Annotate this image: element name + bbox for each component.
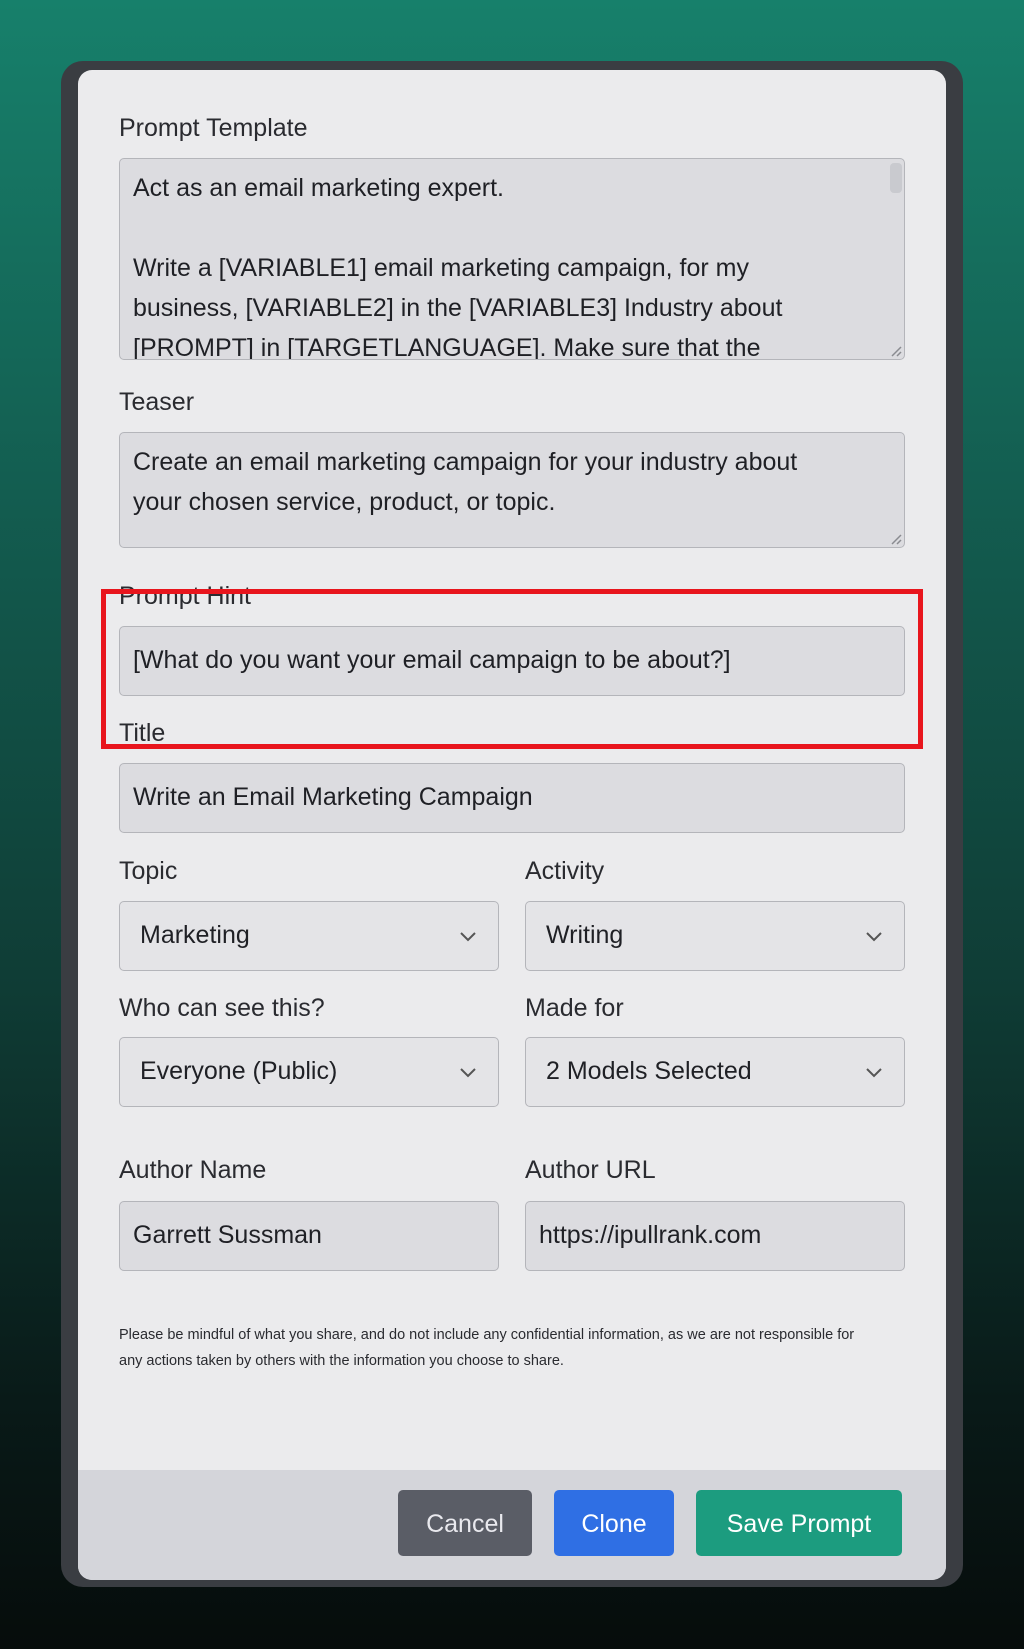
- teaser-line: your chosen service, product, or topic.: [133, 488, 556, 516]
- topic-select[interactable]: Marketing: [119, 901, 499, 971]
- edit-prompt-modal: Prompt Template Act as an email marketin…: [78, 70, 946, 1580]
- modal-footer: Cancel Clone Save Prompt: [78, 1470, 946, 1580]
- topic-label: Topic: [119, 857, 178, 885]
- cancel-button[interactable]: Cancel: [398, 1490, 532, 1556]
- author-name-label: Author Name: [119, 1156, 267, 1184]
- visibility-selected-value: Everyone (Public): [140, 1057, 338, 1085]
- prompt-template-line: Act as an email marketing expert.: [133, 174, 504, 202]
- author-url-label: Author URL: [525, 1156, 656, 1184]
- teaser-line: Create an email marketing campaign for y…: [133, 448, 798, 476]
- prompt-hint-highlight-box: [101, 589, 923, 749]
- textarea-scrollbar[interactable]: [890, 163, 902, 193]
- activity-label: Activity: [525, 857, 605, 885]
- made-for-label: Made for: [525, 994, 624, 1022]
- disclaimer-text: Please be mindful of what you share, and…: [119, 1327, 855, 1369]
- activity-selected-value: Writing: [546, 921, 624, 949]
- made-for-selected-value: 2 Models Selected: [546, 1057, 752, 1085]
- prompt-template-line: Write a [VARIABLE1] email marketing camp…: [133, 254, 749, 282]
- chevron-down-icon: [460, 932, 476, 942]
- clone-button[interactable]: Clone: [554, 1490, 674, 1556]
- author-name-input[interactable]: Garrett Sussman: [119, 1201, 499, 1271]
- teaser-label: Teaser: [119, 388, 195, 416]
- chevron-down-icon: [866, 1068, 882, 1078]
- author-url-input[interactable]: https://ipullrank.com: [525, 1201, 905, 1271]
- prompt-template-line: business, [VARIABLE2] in the [VARIABLE3]…: [133, 294, 783, 322]
- prompt-template-textarea[interactable]: Act as an email marketing expert. Write …: [119, 158, 905, 360]
- resize-grip-icon[interactable]: [888, 531, 902, 545]
- prompt-template-line: [133, 208, 891, 248]
- resize-grip-icon[interactable]: [888, 343, 902, 357]
- visibility-select[interactable]: Everyone (Public): [119, 1037, 499, 1107]
- chevron-down-icon: [460, 1068, 476, 1078]
- title-input[interactable]: Write an Email Marketing Campaign: [119, 763, 905, 833]
- visibility-label: Who can see this?: [119, 994, 325, 1022]
- made-for-select[interactable]: 2 Models Selected: [525, 1037, 905, 1107]
- teaser-textarea[interactable]: Create an email marketing campaign for y…: [119, 432, 905, 548]
- activity-select[interactable]: Writing: [525, 901, 905, 971]
- chevron-down-icon: [866, 932, 882, 942]
- topic-selected-value: Marketing: [140, 921, 250, 949]
- save-prompt-button[interactable]: Save Prompt: [696, 1490, 902, 1556]
- prompt-template-line: [PROMPT] in [TARGETLANGUAGE]. Make sure …: [133, 334, 761, 360]
- prompt-template-label: Prompt Template: [119, 114, 308, 142]
